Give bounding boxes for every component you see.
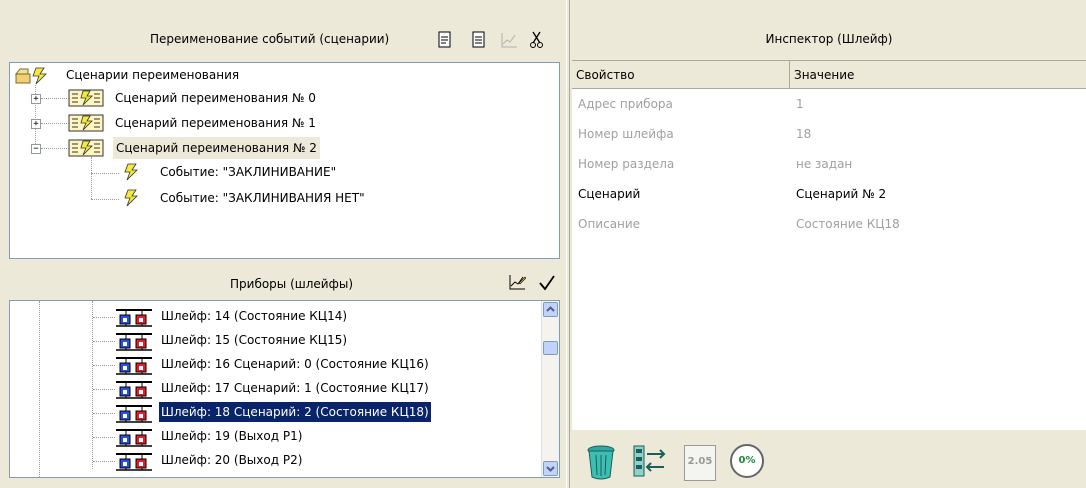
loop-icon — [116, 453, 152, 471]
scroll-up-button[interactable] — [543, 302, 558, 317]
scenario-icon — [68, 139, 104, 157]
scenario-item-1[interactable]: Сценарий переименования № 1 — [115, 112, 316, 134]
tree-line — [93, 437, 115, 438]
tree-line — [93, 365, 115, 366]
devices-title: Приборы (шлейфы) — [230, 277, 354, 291]
tree-line — [91, 199, 119, 200]
property-row[interactable]: Описание Состояние КЦ18 — [572, 209, 1086, 239]
tree-line — [93, 317, 115, 318]
lightning-icon — [124, 163, 138, 181]
tree-line — [91, 173, 119, 174]
inspector-grid[interactable]: Свойство Значение Адрес прибора 1 Номер шл… — [572, 60, 1086, 431]
scroll-thumb[interactable] — [543, 341, 558, 355]
property-row[interactable]: Сценарий Сценарий № 2 — [572, 179, 1086, 209]
scroll-down-button[interactable] — [543, 461, 558, 476]
scenarios-title: Переименование событий (сценарии) — [150, 32, 390, 46]
device-item[interactable]: Шлейф: 20 (Выход Р2) — [159, 450, 304, 470]
expand-scenario-1[interactable]: + — [31, 119, 41, 129]
inspector-title: Инспектор (Шлейф) — [765, 32, 893, 46]
scenario-item-2[interactable]: Сценарий переименования № 2 — [113, 137, 320, 159]
vertical-splitter[interactable] — [566, 0, 570, 488]
chart-edit-icon[interactable] — [508, 273, 526, 291]
devices-scrollbar[interactable] — [541, 301, 559, 477]
tree-line — [92, 301, 93, 469]
tree-line — [93, 413, 115, 414]
device-item[interactable]: Шлейф: 16 Сценарий: 0 (Состояние КЦ16) — [159, 354, 431, 374]
tree-line — [93, 389, 115, 390]
bottom-toolbar: 2.05 0% — [572, 430, 1086, 488]
progress-label: 0% — [738, 455, 756, 466]
version-icon[interactable]: 2.05 — [684, 445, 716, 481]
property-value[interactable]: 18 — [796, 119, 811, 149]
devices-tree[interactable]: Шлейф: 14 (Состояние КЦ14) Шлейф: 15 (Сос… — [9, 300, 560, 478]
property-value[interactable]: Сценарий № 2 — [796, 179, 886, 209]
lightning-icon — [124, 189, 138, 207]
document-edit-icon[interactable] — [470, 31, 488, 49]
property-row[interactable]: Номер шлейфа 18 — [572, 119, 1086, 149]
device-item[interactable]: Шлейф: 15 (Состояние КЦ15) — [159, 330, 349, 350]
tree-line — [39, 301, 40, 477]
property-name: Номер шлейфа — [578, 127, 674, 141]
expand-scenario-0[interactable]: + — [31, 94, 41, 104]
chevron-down-icon — [546, 466, 555, 472]
scissors-icon[interactable] — [528, 31, 546, 49]
tree-line — [41, 148, 67, 149]
loop-icon — [116, 309, 152, 327]
property-value[interactable]: Состояние КЦ18 — [796, 209, 900, 239]
version-label: 2.05 — [687, 456, 713, 467]
property-name: Номер раздела — [578, 157, 675, 171]
loop-icon — [116, 333, 152, 351]
collapse-scenario-2[interactable]: − — [31, 144, 41, 154]
scenarios-header: Переименование событий (сценарии) — [0, 0, 566, 60]
event-item-0[interactable]: Событие: "ЗАКЛИНИВАНИЕ" — [160, 161, 336, 183]
swap-icon[interactable] — [632, 443, 668, 479]
device-item[interactable]: Шлейф: 17 Сценарий: 1 (Состояние КЦ17) — [159, 378, 431, 398]
tree-line — [93, 461, 115, 462]
scenario-icon — [68, 114, 104, 132]
property-row[interactable]: Адрес прибора 1 — [572, 89, 1086, 119]
device-item[interactable]: Шлейф: 19 (Выход Р1) — [159, 426, 304, 446]
scenarios-tree[interactable]: Сценарии переименования + Сценарий переи… — [9, 62, 560, 259]
scenario-item-0[interactable]: Сценарий переименования № 0 — [115, 87, 316, 109]
inspector-header: Инспектор (Шлейф) — [572, 0, 1086, 60]
property-row[interactable]: Номер раздела не задан — [572, 149, 1086, 179]
tree-line — [41, 123, 67, 124]
device-item[interactable]: Шлейф: 14 (Состояние КЦ14) — [159, 306, 349, 326]
scenario-icon — [68, 89, 104, 107]
tree-line — [91, 157, 92, 199]
progress-icon[interactable]: 0% — [730, 444, 764, 478]
property-name: Сценарий — [578, 187, 641, 201]
property-value[interactable]: не задан — [796, 149, 852, 179]
scenarios-root-icon — [14, 67, 47, 85]
trash-icon[interactable] — [584, 443, 618, 481]
scenarios-root-label[interactable]: Сценарии переименования — [66, 64, 239, 86]
chevron-up-icon — [546, 306, 555, 312]
property-name: Адрес прибора — [578, 97, 673, 111]
property-name: Описание — [578, 217, 641, 231]
loop-icon — [116, 405, 152, 423]
loop-icon — [116, 429, 152, 447]
document-icon[interactable] — [436, 31, 454, 49]
loop-icon — [116, 357, 152, 375]
property-value[interactable]: 1 — [796, 89, 804, 119]
loop-icon — [116, 381, 152, 399]
column-header-property[interactable]: Свойство — [572, 61, 790, 89]
devices-header: Приборы (шлейфы) — [0, 260, 566, 300]
checkmark-icon[interactable] — [538, 274, 556, 292]
column-header-value[interactable]: Значение — [790, 61, 1086, 89]
event-item-1[interactable]: Событие: "ЗАКЛИНИВАНИЯ НЕТ" — [160, 187, 365, 209]
chart-icon[interactable] — [500, 31, 518, 49]
tree-line — [41, 98, 67, 99]
tree-line — [93, 341, 115, 342]
device-item[interactable]: Шлейф: 18 Сценарий: 2 (Состояние КЦ18) — [158, 401, 432, 423]
